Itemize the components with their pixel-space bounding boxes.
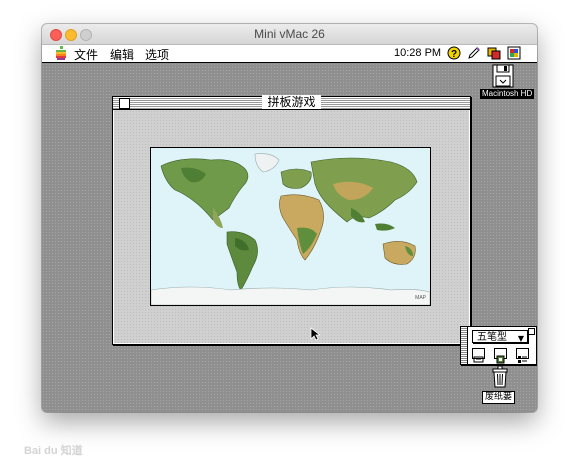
ime-dictionary-icon[interactable] — [494, 348, 507, 364]
puzzle-window: 拼板游戏 MAP — [112, 95, 471, 345]
trash-icon[interactable] — [492, 366, 508, 388]
menubar: 文件 编辑 选项 10:28 PM ? — [42, 45, 537, 63]
ime-palette: 五笔型 ▼ — [460, 326, 537, 365]
keyboard-layout-icon[interactable] — [507, 46, 521, 60]
map-credit: MAP — [415, 295, 426, 301]
ime-palette-drag-handle[interactable] — [461, 327, 468, 364]
hard-disk-icon[interactable] — [492, 64, 514, 88]
mouse-pointer-icon — [310, 327, 320, 341]
ime-input-method-select[interactable]: 五笔型 ▼ — [472, 330, 528, 343]
ime-mode-icon[interactable] — [472, 348, 485, 363]
host-window: Mini vMac 26 文件 编辑 选项 10:28 PM ? Macinto… — [42, 24, 537, 412]
world-map-image — [151, 148, 430, 305]
chevron-down-icon: ▼ — [517, 334, 524, 343]
menubar-clock[interactable]: 10:28 PM — [394, 47, 441, 59]
pencil-icon[interactable] — [467, 46, 481, 60]
ime-selected-method: 五笔型 — [477, 332, 507, 343]
menu-edit[interactable]: 编辑 — [110, 46, 134, 63]
puzzle-board[interactable]: MAP — [150, 147, 431, 306]
help-icon[interactable]: ? — [447, 46, 461, 60]
menu-file[interactable]: 文件 — [74, 46, 98, 63]
svg-text:?: ? — [451, 49, 457, 60]
menu-options[interactable]: 选项 — [145, 46, 169, 63]
trash-label[interactable]: 废纸篓 — [482, 391, 516, 404]
ime-palette-close-box[interactable] — [528, 328, 535, 335]
puzzle-window-titlebar[interactable]: 拼板游戏 — [113, 95, 470, 110]
emulated-desktop: 文件 编辑 选项 10:28 PM ? Macintosh HD 拼板游戏 MA… — [42, 45, 537, 412]
puzzle-window-title: 拼板游戏 — [262, 95, 321, 109]
hard-disk-label[interactable]: Macintosh HD — [480, 89, 535, 99]
host-window-title: Mini vMac 26 — [254, 27, 325, 41]
watermark: Bai du 知道 — [24, 445, 83, 457]
host-titlebar[interactable]: Mini vMac 26 — [42, 24, 537, 45]
app-switch-icon[interactable] — [487, 46, 501, 60]
puzzle-window-content: MAP — [114, 110, 469, 343]
ime-settings-icon[interactable] — [516, 348, 529, 363]
apple-menu-icon[interactable] — [54, 46, 68, 61]
